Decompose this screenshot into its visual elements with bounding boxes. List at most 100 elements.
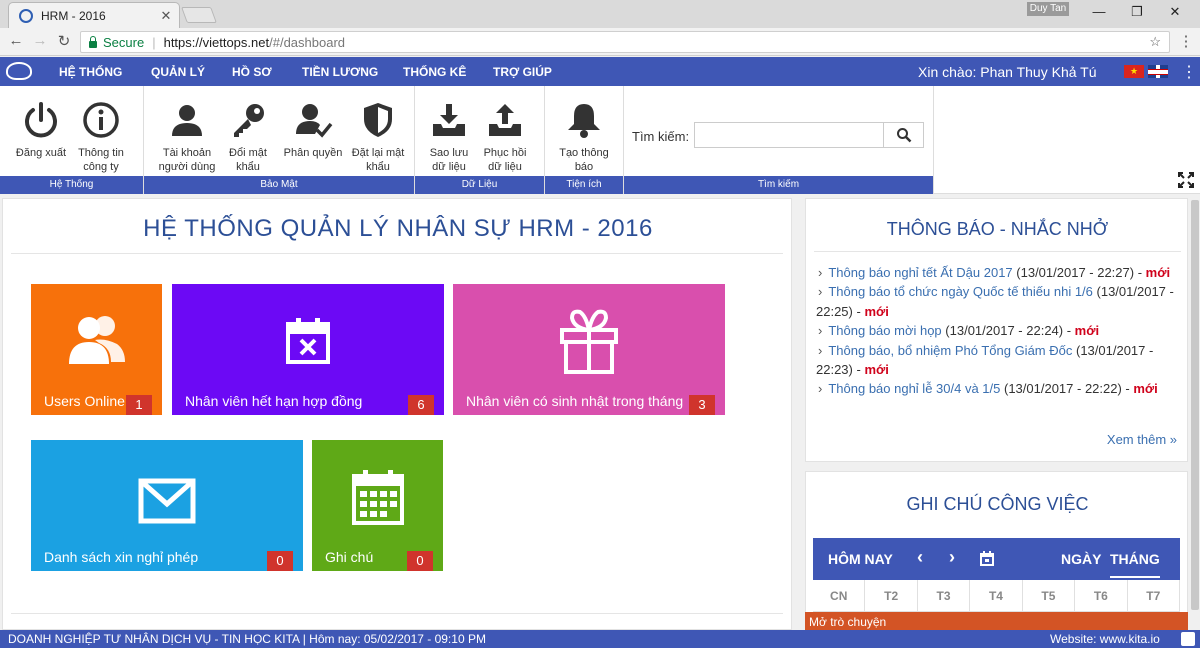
restore-button[interactable]: Phục hồi dữ liệu: [479, 100, 531, 174]
bookmark-star-icon[interactable]: ☆: [1149, 34, 1161, 50]
change-password-button[interactable]: Đổi mật khẩu: [220, 100, 276, 174]
next-button[interactable]: ›: [949, 547, 955, 568]
see-more-link[interactable]: Xem thêm »: [1107, 432, 1177, 447]
notice-link[interactable]: Thông báo mời họp: [828, 323, 941, 338]
weekday-cell: T3: [917, 580, 971, 612]
nav-profiles[interactable]: HỒ SƠ: [232, 65, 272, 79]
notice-link[interactable]: Thông báo, bổ nhiệm Phó Tổng Giám Đốc: [828, 343, 1072, 358]
tab-title: HRM - 2016: [41, 8, 106, 23]
search-button[interactable]: [883, 123, 923, 147]
fullscreen-icon[interactable]: [1178, 172, 1194, 188]
notice-new-flag: mới: [1074, 323, 1100, 339]
tile-expired-contracts[interactable]: Nhân viên hết hạn hợp đồng 6: [172, 284, 444, 415]
notices-panel: THÔNG BÁO - NHẮC NHỞ Thông báo nghỉ tết …: [805, 198, 1188, 462]
browser-profile-chip[interactable]: Duy Tan: [1027, 2, 1069, 16]
weekday-cell: T6: [1075, 580, 1128, 612]
reload-icon[interactable]: ↻: [54, 32, 74, 50]
page-scrollbar[interactable]: [1190, 198, 1200, 630]
url-host: https://viettops.net: [163, 34, 270, 50]
prev-button[interactable]: ‹: [917, 547, 923, 568]
url-input[interactable]: Secure | https://viettops.net/#/dashboar…: [80, 31, 1170, 53]
tile-users-online[interactable]: Users Online 1: [31, 284, 162, 415]
tile-count-badge: 0: [267, 551, 293, 571]
nav-statistics[interactable]: THỐNG KÊ: [403, 65, 466, 79]
reset-password-button[interactable]: Đặt lại mật khẩu: [350, 100, 406, 174]
calendar-grid-icon: [351, 470, 404, 525]
app-logo-icon[interactable]: [6, 62, 32, 80]
tile-birthdays[interactable]: Nhân viên có sinh nhật trong tháng 3: [453, 284, 725, 415]
key-icon: [234, 104, 264, 137]
notice-link[interactable]: Thông báo nghỉ lễ 30/4 và 1/5: [828, 381, 1000, 396]
search-box: [694, 122, 924, 148]
window-close-icon[interactable]: ✕: [1160, 4, 1190, 20]
ribbon-toolbar: Đăng xuất Thông tin công ty Hệ Thống Tài…: [0, 86, 1200, 194]
user-greeting[interactable]: Xin chào: Phan Thuy Khả Tú: [918, 64, 1097, 80]
create-notice-button[interactable]: Tạo thông báo: [555, 100, 613, 174]
nav-management[interactable]: QUẢN LÝ: [151, 65, 205, 79]
forward-icon[interactable]: →: [30, 32, 50, 49]
notice-link[interactable]: Thông báo nghỉ tết Ất Dậu 2017: [828, 265, 1012, 280]
divider: [814, 251, 1181, 252]
day-view-button[interactable]: NGÀY: [1061, 551, 1101, 567]
uk-flag-icon[interactable]: [1148, 65, 1168, 78]
today-button[interactable]: HÔM NAY: [828, 551, 893, 567]
user-account-label: Tài khoản người dùng: [158, 147, 216, 173]
tab-close-icon[interactable]: ✕: [159, 8, 173, 24]
search-input[interactable]: [695, 123, 883, 147]
bell-icon: [568, 104, 600, 138]
maximize-icon[interactable]: ❐: [1122, 4, 1152, 20]
tile-notes[interactable]: Ghi chú 0: [312, 440, 443, 571]
tile-count-badge: 3: [689, 395, 715, 415]
scrollbar-thumb[interactable]: [1191, 200, 1199, 610]
mail-icon: [138, 478, 196, 524]
vietnam-flag-icon[interactable]: ★: [1124, 65, 1144, 78]
group-label-security: Bảo Mật: [144, 176, 414, 194]
tile-label: Nhân viên hết hạn hợp đồng: [185, 393, 363, 409]
app-menu-icon[interactable]: ⋮: [1181, 62, 1197, 82]
nav-help[interactable]: TRỢ GIÚP: [493, 65, 552, 79]
notice-link[interactable]: Thông báo tổ chức ngày Quốc tế thiếu nhi…: [828, 284, 1093, 299]
shield-icon: [364, 103, 392, 137]
search-icon: [896, 128, 911, 143]
calendar-x-icon: [286, 318, 330, 364]
tile-count-badge: 0: [407, 551, 433, 571]
user-icon: [172, 105, 202, 136]
new-tab-button[interactable]: [181, 7, 217, 23]
notice-new-flag: mới: [1145, 265, 1171, 280]
group-label-utility: Tiện ích: [545, 176, 623, 194]
notice-item: Thông báo, bổ nhiệm Phó Tổng Giám Đốc (1…: [816, 341, 1181, 380]
ribbon-group-system: Đăng xuất Thông tin công ty Hệ Thống: [0, 86, 144, 194]
footer-website-link[interactable]: Website: www.kita.io: [1050, 630, 1160, 648]
weekday-cell: T4: [970, 580, 1023, 612]
upload-tray-icon: [489, 104, 521, 136]
tile-label: Ghi chú: [325, 549, 374, 565]
ribbon-group-security: Tài khoản người dùng Đổi mật khẩu Phân q…: [144, 86, 415, 194]
browser-tab[interactable]: HRM - 2016 ✕: [8, 2, 180, 28]
backup-button[interactable]: Sao lưu dữ liệu: [423, 100, 475, 174]
open-chat-bar[interactable]: Mở trò chuyện: [805, 612, 1188, 632]
notice-item: Thông báo mời họp (13/01/2017 - 22:24) -…: [816, 321, 1181, 340]
notice-time: (13/01/2017 - 22:27) -: [1016, 265, 1143, 280]
reset-password-label: Đặt lại mật khẩu: [351, 147, 405, 173]
weekday-header: CN T2 T3 T4 T5 T6 T7: [813, 580, 1180, 612]
company-info-button[interactable]: Thông tin công ty: [72, 100, 130, 174]
nav-system[interactable]: HỆ THỐNG: [59, 65, 122, 79]
group-label-system: Hệ Thống: [0, 176, 143, 194]
month-view-button[interactable]: THÁNG: [1110, 551, 1160, 578]
logout-button[interactable]: Đăng xuất: [12, 100, 70, 160]
back-icon[interactable]: ←: [6, 32, 26, 49]
calendar-icon[interactable]: [980, 551, 994, 566]
permission-button[interactable]: Phân quyền: [280, 100, 346, 160]
lock-icon: [89, 35, 97, 48]
user-account-button[interactable]: Tài khoản người dùng: [154, 100, 220, 174]
dashboard-panel: HỆ THỐNG QUẢN LÝ NHÂN SỰ HRM - 2016 User…: [2, 198, 792, 630]
change-password-label: Đổi mật khẩu: [229, 147, 267, 173]
user-check-icon: [296, 104, 333, 138]
nav-payroll[interactable]: TIỀN LƯƠNG: [302, 65, 378, 79]
minimize-icon[interactable]: —: [1084, 4, 1114, 19]
footer-icon[interactable]: [1181, 632, 1195, 646]
browser-menu-icon[interactable]: ⋮: [1176, 32, 1196, 50]
ribbon-group-data: Sao lưu dữ liệu Phục hồi dữ liệu Dữ Liệu: [415, 86, 545, 194]
group-label-data: Dữ Liệu: [415, 176, 544, 194]
tile-leave-requests[interactable]: Danh sách xin nghỉ phép 0: [31, 440, 303, 571]
